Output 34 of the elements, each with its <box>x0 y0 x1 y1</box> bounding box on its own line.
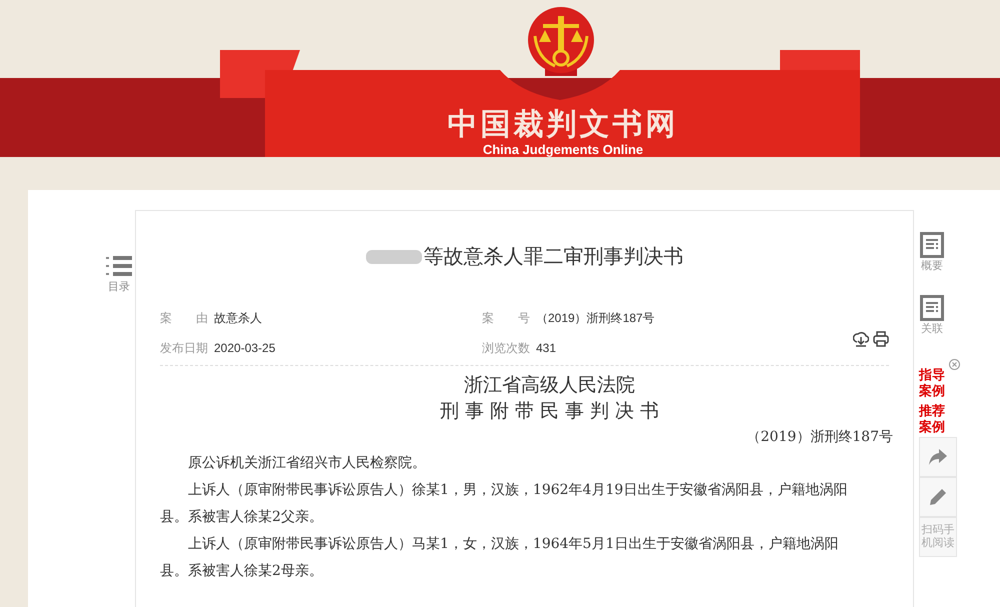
site-subtitle: China Judgements Online <box>482 142 644 158</box>
meta-label: 案 号 <box>482 310 530 327</box>
mobile-read-button[interactable]: 扫码手机阅读 <box>919 517 957 557</box>
toc-button[interactable]: 目录 <box>106 255 132 296</box>
court-emblem-icon <box>527 6 595 78</box>
edit-button[interactable] <box>919 477 957 517</box>
meta-label: 发布日期 <box>160 340 208 357</box>
meta-label: 案 由 <box>160 310 208 327</box>
meta-value: 431 <box>536 340 556 357</box>
meta-label: 浏览次数 <box>482 340 530 357</box>
share-arrow-icon <box>929 449 947 465</box>
side-panel-button[interactable]: 概要 <box>919 232 945 274</box>
document-type: 刑 事 附 带 民 事 判 决 书 <box>438 399 660 424</box>
download-icon[interactable] <box>853 331 869 347</box>
case-link[interactable]: 推荐案例 <box>919 403 947 435</box>
numbered-list-icon <box>106 255 132 279</box>
share-button[interactable] <box>919 437 957 477</box>
close-icon[interactable] <box>949 359 960 370</box>
meta-value: 2020-03-25 <box>214 340 276 357</box>
meta-value: （2019）浙刑终187号 <box>536 310 655 327</box>
site-title: 中国裁判文书网 <box>448 108 678 142</box>
paragraph: 原公诉机关浙江省绍兴市人民检察院。 <box>187 454 427 473</box>
case-number: （2019）浙刑终187号 <box>746 428 893 447</box>
meta-value: 故意杀人 <box>214 310 262 327</box>
document-icon <box>920 232 944 258</box>
paragraph: 上诉人（原审附带民事诉讼原告人）马某1，女，汉族，1964年5月1日出生于安徽省涡阳县，户籍地涡阳县。系被害人徐某2母亲。 <box>160 535 840 581</box>
court-name: 浙江省高级人民法院 <box>463 373 636 398</box>
paragraph: 上诉人（原审附带民事诉讼原告人）徐某1，男，汉族，1962年4月19日出生于安徽省涡阳县，户籍地涡阳县。系被害人徐某2父亲。 <box>160 481 848 527</box>
side-panel-button[interactable]: 关联 <box>919 294 945 337</box>
pencil-icon <box>929 488 947 506</box>
print-icon[interactable] <box>873 331 889 347</box>
case-link[interactable]: 指导案例 <box>919 367 947 399</box>
document-title: 等故意杀人罪二审刑事判决书 <box>424 245 684 270</box>
document-icon <box>920 294 944 320</box>
